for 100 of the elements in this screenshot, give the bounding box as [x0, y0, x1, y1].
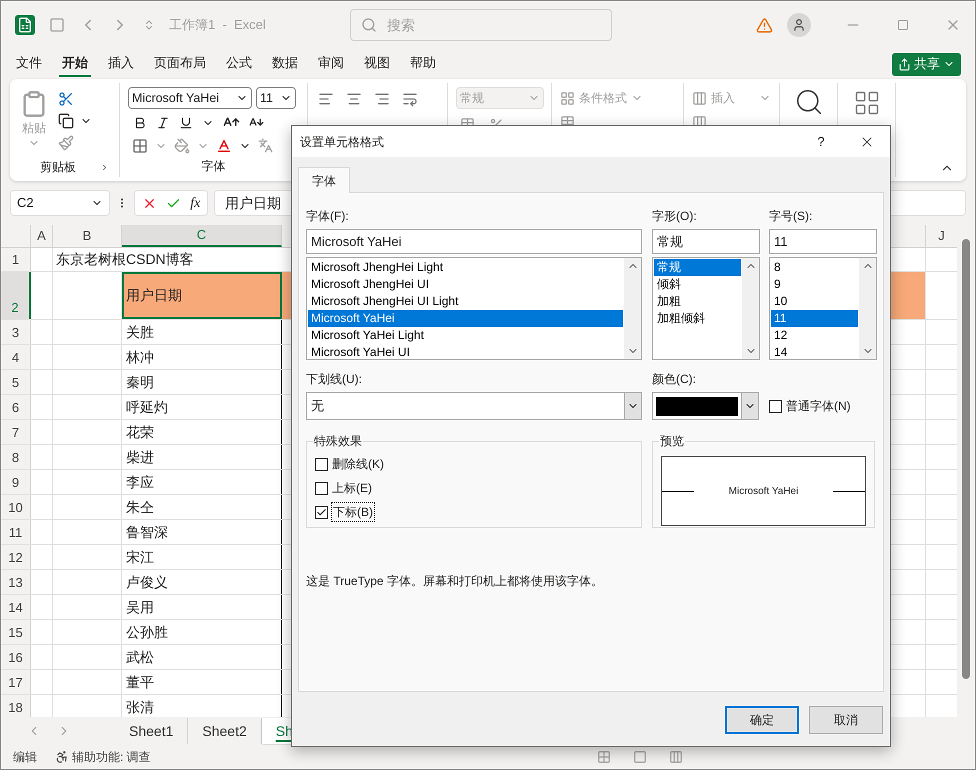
row-header[interactable]: 17 — [1, 670, 31, 694]
row-header[interactable]: 14 — [1, 595, 31, 619]
list-item[interactable]: 加粗 — [654, 293, 741, 310]
list-item[interactable]: 10 — [771, 293, 858, 310]
list-item[interactable]: 9 — [771, 276, 858, 293]
table-cell[interactable]: 柴进 — [122, 445, 282, 469]
table-cell[interactable]: 吴用 — [122, 595, 282, 619]
maximize-icon[interactable] — [897, 19, 909, 31]
warning-icon[interactable] — [756, 16, 773, 34]
name-box[interactable]: C2 — [10, 190, 110, 216]
list-item[interactable]: 加粗倾斜 — [654, 310, 741, 327]
row-header[interactable]: 3 — [1, 320, 31, 344]
sheet-tab[interactable]: Sheet1 — [115, 718, 188, 744]
launcher-icon[interactable] — [100, 162, 109, 172]
list-item[interactable]: Microsoft YaHei UI — [308, 344, 623, 359]
font-color-icon[interactable] — [216, 138, 232, 154]
align-bottom-icon[interactable] — [374, 91, 390, 107]
menu-tab[interactable]: 页面布局 — [151, 51, 209, 77]
list-item[interactable]: 12 — [771, 327, 858, 344]
checkbox-label[interactable]: 下标(B) — [331, 502, 375, 522]
dialog-tab[interactable]: 字体 — [298, 167, 350, 193]
align-top-icon[interactable] — [318, 91, 334, 107]
checkbox-label[interactable]: 普通字体(N) — [785, 397, 852, 415]
style-input[interactable]: 常规 — [652, 229, 760, 254]
normal-view-icon[interactable] — [597, 750, 611, 764]
share-button[interactable]: 共享 — [892, 52, 961, 76]
row-header[interactable]: 4 — [1, 345, 31, 369]
list-item[interactable]: Microsoft YaHei Light — [308, 327, 623, 344]
row-header[interactable]: 18 — [1, 695, 31, 717]
underline-icon[interactable] — [179, 116, 193, 130]
bold-icon[interactable] — [133, 116, 147, 130]
conditional-format-icon[interactable] — [560, 90, 575, 106]
accessibility-status[interactable]: 辅助功能: 调查 — [72, 748, 151, 766]
scrollbar[interactable] — [624, 258, 641, 359]
checkbox[interactable] — [315, 482, 328, 494]
row-header[interactable]: 10 — [1, 495, 31, 519]
align-middle-icon[interactable] — [346, 91, 362, 107]
row-header[interactable]: 8 — [1, 445, 31, 469]
format-painter-icon[interactable] — [58, 135, 74, 151]
search-field[interactable]: 搜索 — [350, 9, 612, 41]
column-header[interactable]: A — [31, 225, 53, 247]
checkbox-label[interactable]: 删除线(K) — [331, 455, 385, 473]
menu-tab[interactable]: 插入 — [105, 51, 137, 77]
list-item[interactable]: Microsoft JhengHei UI Light — [308, 293, 623, 310]
table-cell[interactable]: 卢俊义 — [122, 570, 282, 594]
dialog-button[interactable]: 取消 — [809, 706, 883, 734]
phonetic-icon[interactable] — [258, 138, 273, 153]
table-cell[interactable]: 呼延灼 — [122, 395, 282, 419]
menu-tab[interactable]: 开始 — [59, 51, 91, 77]
insert-cells-icon[interactable] — [692, 90, 707, 106]
table-cell[interactable]: 关胜 — [122, 320, 282, 344]
dialog-button[interactable]: 确定 — [725, 706, 799, 734]
menu-tab[interactable]: 帮助 — [407, 51, 439, 77]
fill-color-icon[interactable] — [174, 138, 190, 154]
menu-tab[interactable]: 文件 — [13, 51, 45, 77]
cut-icon[interactable] — [58, 91, 74, 107]
column-header[interactable]: C — [122, 225, 282, 247]
column-header[interactable]: J — [926, 225, 957, 247]
row-header[interactable]: 1 — [1, 248, 31, 271]
row-header[interactable]: 13 — [1, 570, 31, 594]
row-header[interactable]: 7 — [1, 420, 31, 444]
row-header[interactable]: 5 — [1, 370, 31, 394]
list-item[interactable]: 常规 — [654, 259, 741, 276]
list-item[interactable]: 11 — [771, 310, 858, 327]
table-cell[interactable]: 林冲 — [122, 345, 282, 369]
row-header[interactable]: 11 — [1, 520, 31, 544]
table-cell[interactable]: 花荣 — [122, 420, 282, 444]
row-header[interactable]: 9 — [1, 470, 31, 494]
list-item[interactable]: 8 — [771, 259, 858, 276]
table-cell[interactable]: 武松 — [122, 645, 282, 669]
menu-tab[interactable]: 数据 — [269, 51, 301, 77]
menu-tab[interactable]: 公式 — [223, 51, 255, 77]
table-cell[interactable]: 李应 — [122, 470, 282, 494]
search-input[interactable]: 搜索 — [386, 14, 567, 36]
list-item[interactable]: Microsoft JhengHei UI — [308, 276, 623, 293]
menu-tab[interactable]: 视图 — [361, 51, 393, 77]
font-input[interactable]: Microsoft YaHei — [306, 229, 642, 254]
font-size-select[interactable]: 11 — [256, 87, 296, 109]
scrollbar[interactable] — [742, 258, 759, 359]
italic-icon[interactable] — [156, 116, 170, 130]
table-cell[interactable]: 用户日期 — [122, 272, 282, 319]
borders-icon[interactable] — [132, 138, 148, 154]
wrap-text-icon[interactable] — [402, 91, 418, 107]
list-item[interactable]: Microsoft YaHei — [308, 310, 623, 327]
color-select[interactable] — [652, 392, 759, 420]
checkbox[interactable] — [315, 506, 328, 518]
insert-function-button[interactable]: fx — [190, 192, 200, 214]
checkbox[interactable] — [315, 458, 328, 470]
row-header[interactable]: 16 — [1, 645, 31, 669]
table-cell[interactable]: 公孙胜 — [122, 620, 282, 644]
scrollbar[interactable] — [859, 258, 876, 359]
account-avatar[interactable] — [787, 13, 811, 37]
table-cell[interactable]: 鲁智深 — [122, 520, 282, 544]
table-cell[interactable]: 东京老树根CSDN博客 — [53, 248, 282, 271]
row-header[interactable]: 12 — [1, 545, 31, 569]
checkbox[interactable] — [769, 400, 782, 412]
list-item[interactable]: 14 — [771, 344, 858, 359]
accessibility-icon[interactable] — [55, 750, 69, 764]
row-header[interactable]: 6 — [1, 395, 31, 419]
checkbox-label[interactable]: 上标(E) — [331, 479, 373, 497]
